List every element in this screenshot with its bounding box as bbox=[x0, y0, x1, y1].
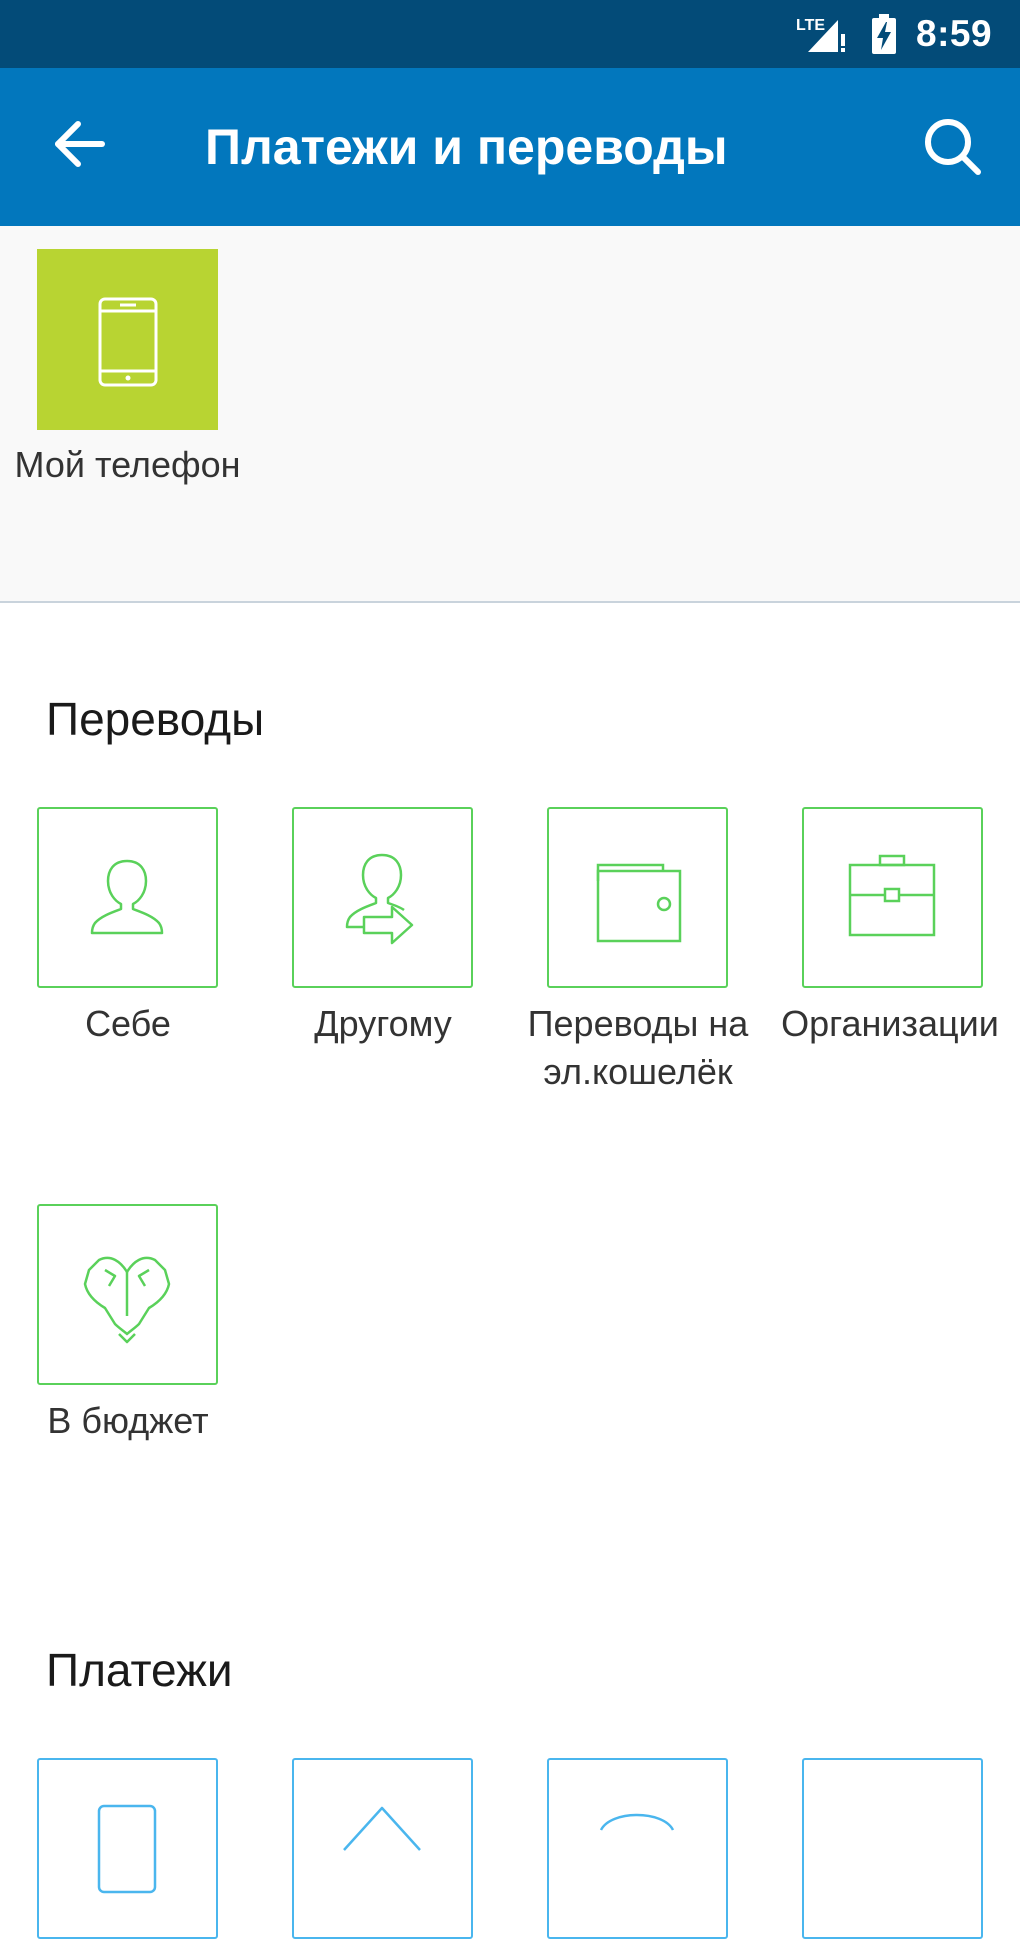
favorite-my-phone-tile[interactable] bbox=[37, 249, 218, 430]
person-icon bbox=[90, 859, 164, 935]
back-button[interactable] bbox=[40, 104, 120, 184]
smartphone-icon bbox=[98, 297, 158, 387]
favorite-my-phone-label: Мой телефон bbox=[14, 444, 241, 485]
battery-charging-icon bbox=[872, 14, 896, 54]
transfer-organization-tile[interactable] bbox=[802, 807, 983, 988]
globe-icon bbox=[599, 1813, 675, 1831]
search-icon bbox=[925, 119, 981, 175]
payment-tile-4[interactable] bbox=[802, 1758, 983, 1939]
app-bar: Платежи и переводы bbox=[0, 68, 1020, 226]
transfer-budget-label: В бюджет bbox=[47, 1400, 209, 1441]
page-title: Платежи и переводы bbox=[205, 119, 728, 175]
transfer-organization-label: Организации bbox=[781, 1003, 999, 1044]
eagle-emblem-icon bbox=[83, 1256, 171, 1344]
payment-tile-3[interactable] bbox=[547, 1758, 728, 1939]
briefcase-icon bbox=[848, 854, 936, 937]
transfer-wallet-label: Переводы на эл.кошелёк bbox=[527, 1003, 749, 1092]
wallet-icon bbox=[596, 863, 682, 943]
lte-signal-icon: LTE bbox=[796, 17, 845, 52]
transfer-other-tile[interactable] bbox=[292, 807, 473, 988]
smartphone-icon bbox=[97, 1804, 157, 1894]
transfer-wallet-tile[interactable] bbox=[547, 807, 728, 988]
status-time: 8:59 bbox=[916, 13, 993, 54]
home-icon bbox=[343, 1806, 421, 1851]
person-transfer-icon bbox=[345, 853, 414, 945]
section-title-transfers: Переводы bbox=[46, 693, 265, 745]
search-button[interactable] bbox=[908, 104, 996, 192]
section-title-payments: Платежи bbox=[46, 1644, 233, 1696]
transfer-self-tile[interactable] bbox=[37, 807, 218, 988]
network-type: LTE bbox=[796, 17, 825, 34]
payment-tile-1[interactable] bbox=[37, 1758, 218, 1939]
payment-tile-2[interactable] bbox=[292, 1758, 473, 1939]
transfer-other-label: Другому bbox=[314, 1003, 452, 1044]
transfer-budget-tile[interactable] bbox=[37, 1204, 218, 1385]
favorites-panel: Мой телефон bbox=[0, 226, 1020, 603]
transfer-self-label: Себе bbox=[85, 1003, 171, 1044]
status-bar: LTE 8:59 bbox=[0, 0, 1020, 68]
arrow-left-icon bbox=[55, 121, 105, 167]
